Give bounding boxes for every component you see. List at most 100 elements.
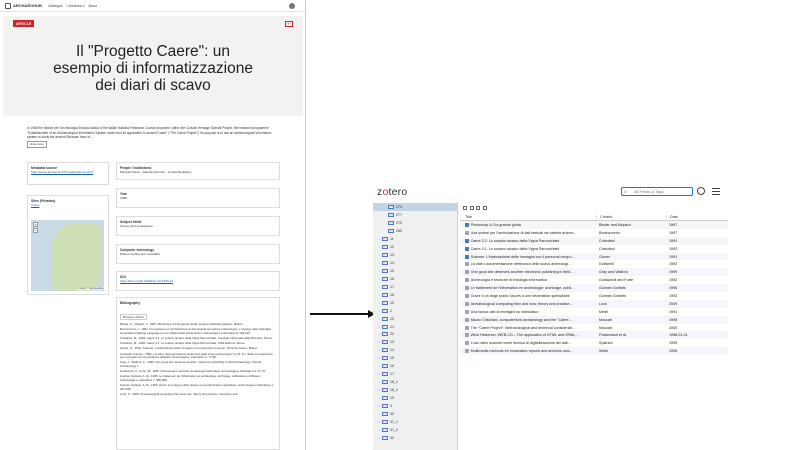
- column-title[interactable]: Title: [460, 215, 596, 219]
- expand-toggle-icon[interactable]: ›: [377, 285, 381, 289]
- pane-splitter[interactable]: [457, 203, 458, 450]
- browse-zotero-button[interactable]: Browse in Zotero: [120, 313, 148, 321]
- expand-toggle-icon[interactable]: ›: [377, 237, 381, 241]
- collection-32[interactable]: › 32: [373, 434, 458, 442]
- expand-toggle-icon[interactable]: ›: [377, 261, 381, 265]
- collection-19[interactable]: › 19: [373, 299, 458, 307]
- item-row[interactable]: Scanner. L'elaborazione delle immagini c…: [460, 252, 728, 261]
- collection-26[interactable]: › 26: [373, 362, 458, 370]
- user-icon[interactable]: [289, 3, 295, 9]
- item-row[interactable]: La video documentazione elettronica dell…: [460, 260, 728, 268]
- zoom-in-button[interactable]: +: [33, 222, 38, 227]
- collection-274[interactable]: 274: [373, 203, 458, 211]
- nav-about[interactable]: About: [89, 4, 97, 8]
- nav-collections[interactable]: Collections ▾: [66, 4, 84, 8]
- expand-toggle-icon[interactable]: ›: [377, 293, 381, 297]
- collection-22[interactable]: › 22: [373, 331, 458, 339]
- expand-toggle-icon[interactable]: ›: [377, 436, 381, 440]
- item-row[interactable]: Archeologia e tecniche di eidologia info…: [460, 276, 728, 284]
- column-creator[interactable]: Creator: [596, 214, 666, 219]
- metadata-source-link[interactable]: https://www.archeoinf.it/?p=publications…: [31, 170, 105, 174]
- column-date[interactable]: Date: [666, 214, 713, 219]
- expand-toggle-icon[interactable]: ›: [377, 388, 381, 392]
- item-row[interactable]: Caere 3.1. Lo scarico arcaico della Vign…: [460, 245, 728, 253]
- back-button[interactable]: ↩: [285, 21, 293, 27]
- locate-icon[interactable]: [482, 206, 487, 210]
- collection-28_2[interactable]: › 28_2: [373, 386, 458, 394]
- item-row[interactable]: Ouvrir à un large public l'accès à une i…: [460, 292, 728, 300]
- menu-icon[interactable]: [712, 188, 720, 197]
- collection-279[interactable]: 279: [373, 219, 458, 227]
- item-row[interactable]: The "Caere Project": Methodological and …: [460, 324, 728, 332]
- item-title-text: The "Caere Project": Methodological and …: [470, 325, 576, 330]
- collection-30[interactable]: › 30: [373, 410, 458, 418]
- collection-18[interactable]: › 18: [373, 291, 458, 299]
- collection-280[interactable]: 280: [373, 227, 458, 235]
- item-row[interactable]: L'uso dello scanner come tecnica di digi…: [460, 339, 728, 347]
- collection-21[interactable]: › 21: [373, 323, 458, 331]
- add-attachment-icon[interactable]: [469, 206, 474, 210]
- collection-12[interactable]: › 12: [373, 243, 458, 251]
- collection-20[interactable]: › 20: [373, 315, 458, 323]
- expand-toggle-icon[interactable]: ›: [377, 245, 381, 249]
- collection-14[interactable]: › 14: [373, 259, 458, 267]
- expand-toggle-icon[interactable]: ›: [377, 269, 381, 273]
- expand-toggle-icon[interactable]: ›: [377, 372, 381, 376]
- item-row[interactable]: Una ipotesi per l'archiviazione di dati …: [460, 229, 728, 237]
- doi-link[interactable]: https://doi.org/10.19282/ac.10.1999.13: [120, 279, 276, 283]
- collection-28_1[interactable]: › 28_1: [373, 378, 458, 386]
- item-row[interactable]: One good site deserves another: electron…: [460, 268, 728, 277]
- expand-toggle-icon[interactable]: ›: [377, 356, 381, 360]
- expand-toggle-icon[interactable]: ›: [377, 317, 381, 321]
- expand-toggle-icon[interactable]: ›: [377, 253, 381, 257]
- item-row[interactable]: Mauro Cristofani, computerised archaeolo…: [460, 315, 728, 324]
- collection-29[interactable]: › 29: [373, 394, 458, 402]
- expand-toggle-icon[interactable]: ›: [377, 340, 381, 344]
- collection-13[interactable]: › 13: [373, 251, 458, 259]
- collection-23[interactable]: › 23: [373, 338, 458, 346]
- expand-toggle-icon[interactable]: ›: [377, 325, 381, 329]
- collection-31_1[interactable]: › 31_1: [373, 418, 458, 426]
- item-row[interactable]: Una banca dati di immagini su videodisco…: [460, 308, 728, 316]
- collection-25[interactable]: › 25: [373, 354, 458, 362]
- show-more-button[interactable]: show more: [27, 140, 47, 149]
- collection-27[interactable]: › 27: [373, 370, 458, 378]
- collection-24[interactable]: › 24: [373, 346, 458, 354]
- item-row[interactable]: Caere 3.2. Lo scarico arcaico della Vign…: [460, 236, 728, 245]
- expand-toggle-icon[interactable]: ›: [377, 412, 381, 416]
- item-row[interactable]: Photoshop 4.0 la grande guida Binder and …: [460, 221, 728, 229]
- folder-icon: [382, 276, 388, 281]
- item-row[interactable]: Multimedia methods for excavation report…: [460, 347, 728, 356]
- zoom-out-button[interactable]: −: [33, 228, 38, 233]
- new-note-icon[interactable]: [476, 206, 480, 210]
- collection-16[interactable]: › 16: [373, 275, 458, 283]
- expand-toggle-icon[interactable]: ›: [377, 428, 381, 432]
- collection-31_2[interactable]: › 31_2: [373, 426, 458, 434]
- expand-toggle-icon[interactable]: ›: [377, 420, 381, 424]
- expand-toggle-icon[interactable]: ›: [377, 364, 381, 368]
- sync-icon[interactable]: [697, 187, 705, 195]
- collection-17[interactable]: › 17: [373, 283, 458, 291]
- nav-catalogue[interactable]: Catalogue: [48, 4, 63, 8]
- site-link[interactable]: Caere: [31, 203, 105, 207]
- item-row[interactable]: Le traitement de l'information en archéo…: [460, 284, 728, 293]
- expand-toggle-icon[interactable]: ›: [377, 301, 381, 305]
- collection-2[interactable]: › 2: [373, 307, 458, 315]
- new-item-icon[interactable]: [463, 206, 467, 210]
- collection-15[interactable]: › 15: [373, 267, 458, 275]
- item-row[interactable]: West Heslerton: WEB-CD – The application…: [460, 331, 728, 340]
- expand-toggle-icon[interactable]: ›: [377, 277, 381, 281]
- expand-toggle-icon[interactable]: ›: [377, 396, 381, 400]
- site-map[interactable]: + − © Leaflet | © OpenStreetMap: [31, 220, 104, 291]
- brand-name[interactable]: ARCHAEOHUB: [13, 3, 42, 8]
- expand-toggle-icon[interactable]: ›: [377, 348, 381, 352]
- collection-3[interactable]: › 3: [373, 402, 458, 410]
- expand-toggle-icon[interactable]: ›: [377, 380, 381, 384]
- expand-toggle-icon[interactable]: ›: [377, 404, 381, 408]
- expand-toggle-icon[interactable]: ›: [377, 332, 381, 336]
- expand-toggle-icon[interactable]: ›: [377, 309, 381, 313]
- search-input[interactable]: ⌕ All Fields & Tags: [621, 187, 693, 196]
- item-row[interactable]: Archaeological computing then and now: t…: [460, 299, 728, 308]
- collection-11[interactable]: › 11: [373, 235, 458, 243]
- collection-277[interactable]: 277: [373, 211, 458, 219]
